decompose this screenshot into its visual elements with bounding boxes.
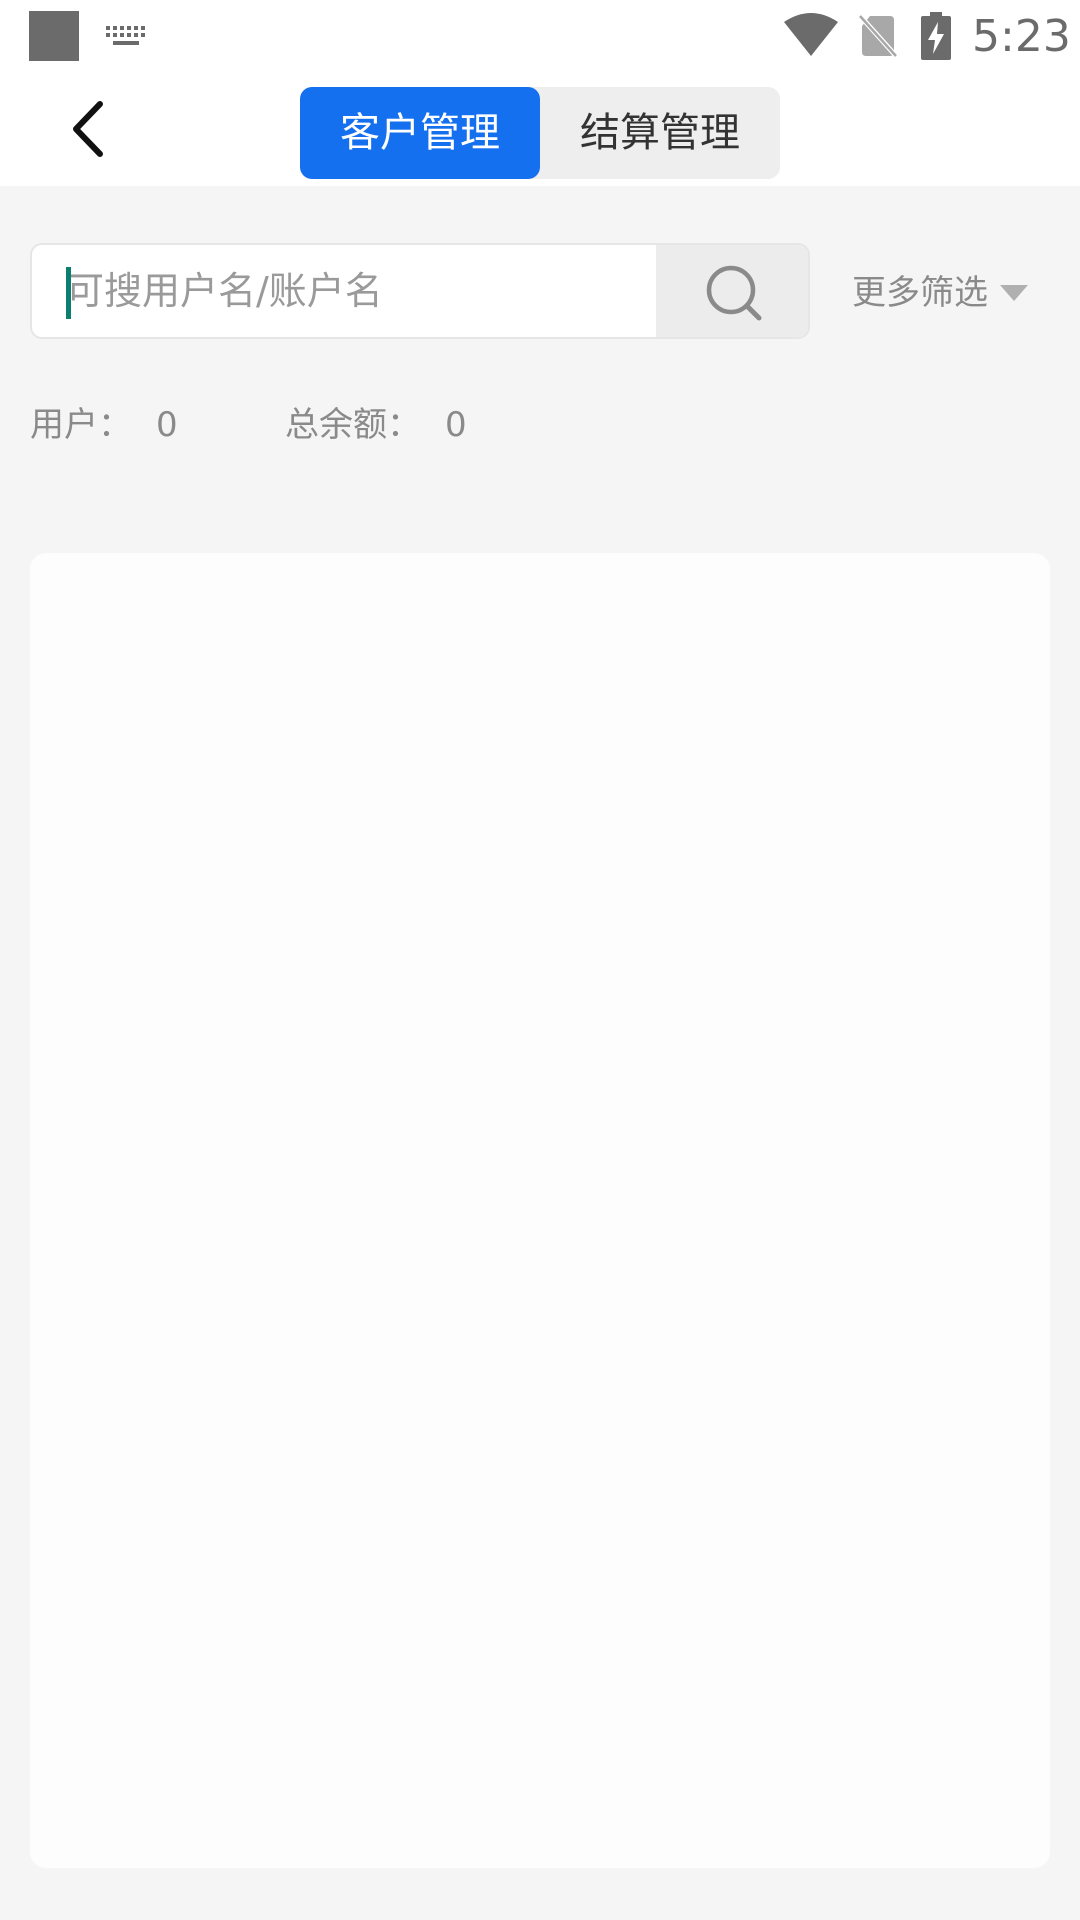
text-cursor <box>66 267 71 319</box>
back-button[interactable] <box>56 96 122 162</box>
users-value: 0 <box>156 405 178 445</box>
more-filter-label: 更多筛选 <box>852 272 988 313</box>
balance-stat: 总余额： 0 <box>285 400 467 450</box>
status-time: 5:23 <box>972 11 1071 62</box>
users-label: 用户： <box>30 405 132 445</box>
balance-value: 0 <box>445 405 467 445</box>
search-button[interactable] <box>656 245 808 337</box>
header: 客户管理 结算管理 <box>0 72 1080 186</box>
no-sim-icon <box>859 15 898 58</box>
app-icon <box>29 11 79 61</box>
more-filter-button[interactable]: 更多筛选 <box>852 265 1028 317</box>
status-bar: 5:23 <box>0 0 1080 72</box>
balance-label: 总余额： <box>285 405 421 445</box>
tab-settlement-management[interactable]: 结算管理 <box>540 87 780 179</box>
tab-group: 客户管理 结算管理 <box>300 87 780 179</box>
search-input[interactable] <box>66 245 646 337</box>
customer-list-panel[interactable] <box>30 553 1050 1868</box>
users-stat: 用户： 0 <box>30 400 178 450</box>
keyboard-icon <box>106 26 145 45</box>
search-box <box>30 243 810 339</box>
tab-customer-management[interactable]: 客户管理 <box>300 87 540 179</box>
battery-charging-icon <box>921 12 951 60</box>
caret-down-icon <box>1000 284 1028 301</box>
search-icon <box>706 265 762 321</box>
wifi-icon <box>784 13 838 56</box>
